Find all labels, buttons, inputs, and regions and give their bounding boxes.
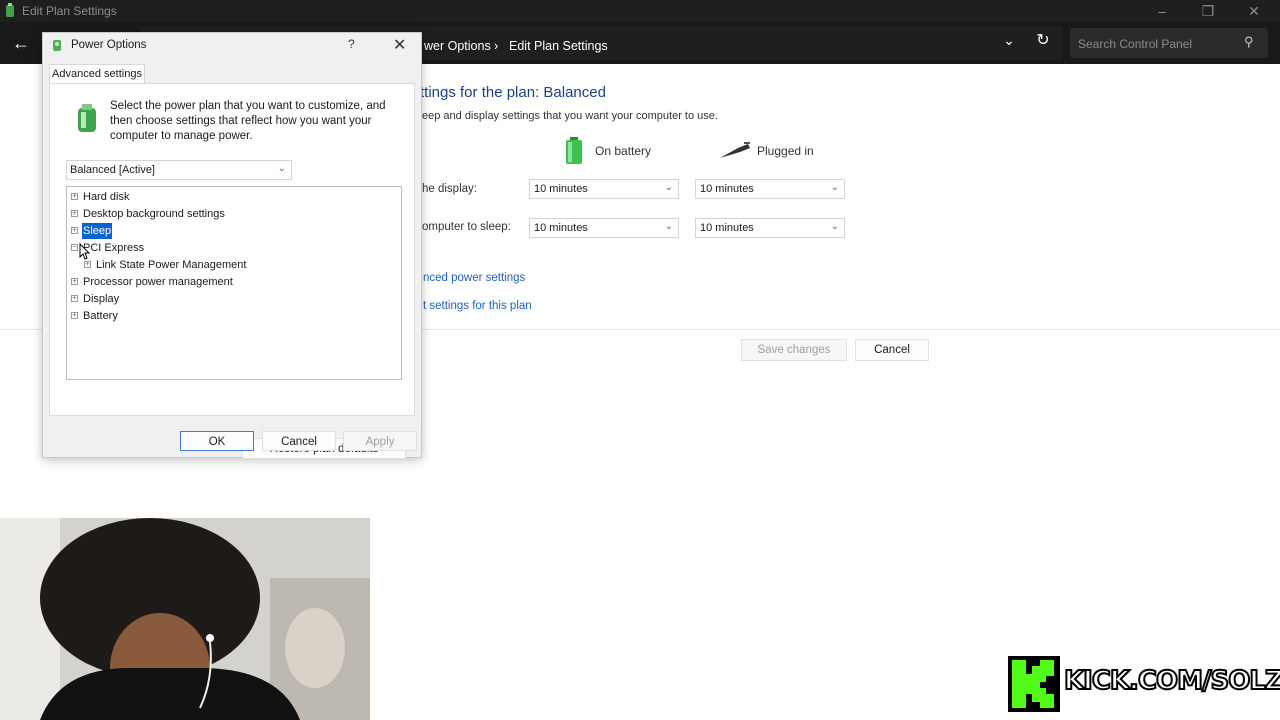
search-icon[interactable]: ⚲ bbox=[1244, 34, 1260, 50]
webcam-overlay bbox=[0, 518, 370, 720]
chevron-down-icon: ⌄ bbox=[664, 182, 673, 193]
save-changes-button[interactable]: Save changes bbox=[741, 339, 847, 361]
advanced-power-settings-link[interactable]: nced power settings bbox=[423, 272, 525, 284]
select-value: 10 minutes bbox=[700, 183, 754, 195]
sleep-plugged-select[interactable]: 10 minutes ⌄ bbox=[695, 218, 845, 238]
sleep-battery-select[interactable]: 10 minutes ⌄ bbox=[529, 218, 679, 238]
power-options-icon bbox=[53, 40, 61, 51]
plug-icon bbox=[720, 142, 750, 158]
display-battery-select[interactable]: 10 minutes ⌄ bbox=[529, 179, 679, 199]
dialog-title: Power Options bbox=[71, 39, 147, 51]
select-value: 10 minutes bbox=[534, 222, 588, 234]
kick-channel-text: KICK.COM/SOLZ bbox=[1063, 665, 1280, 697]
minimize-button[interactable]: – bbox=[1150, 2, 1174, 20]
collapse-icon[interactable]: − bbox=[71, 244, 78, 251]
chevron-down-icon: ⌄ bbox=[830, 182, 839, 193]
search-input[interactable] bbox=[1076, 34, 1240, 54]
streamer-webcam-image bbox=[0, 518, 370, 720]
settings-tree[interactable]: + Hard disk + Desktop background setting… bbox=[66, 186, 402, 380]
tree-item-label: Battery bbox=[83, 310, 118, 322]
power-options-dialog: Power Options ? ✕ Advanced settings Sele… bbox=[42, 32, 422, 459]
restore-button[interactable]: ❐ bbox=[1196, 2, 1220, 20]
battery-icon bbox=[566, 137, 582, 164]
display-plugged-select[interactable]: 10 minutes ⌄ bbox=[695, 179, 845, 199]
close-window-button[interactable]: ✕ bbox=[1242, 2, 1266, 20]
dialog-description: Select the power plan that you want to c… bbox=[110, 100, 386, 142]
cancel-button[interactable]: Cancel bbox=[855, 339, 929, 361]
sleep-label: omputer to sleep: bbox=[422, 221, 511, 233]
close-icon[interactable]: ✕ bbox=[393, 35, 406, 55]
breadcrumb-separator-icon: › bbox=[494, 38, 499, 53]
expand-icon[interactable]: + bbox=[71, 193, 78, 200]
chevron-down-icon: ⌄ bbox=[664, 221, 673, 232]
on-battery-header: On battery bbox=[595, 144, 652, 158]
control-panel-icon bbox=[6, 3, 14, 17]
tree-item-label: Sleep bbox=[82, 223, 113, 239]
power-plan-select[interactable]: Balanced [Active] ⌄ bbox=[66, 160, 292, 180]
expand-icon[interactable]: + bbox=[71, 210, 78, 217]
dialog-cancel-button[interactable]: Cancel bbox=[262, 431, 336, 451]
select-value: 10 minutes bbox=[700, 222, 754, 234]
window-title-bar: Edit Plan Settings – ❐ ✕ bbox=[0, 0, 1280, 22]
apply-button[interactable]: Apply bbox=[343, 431, 417, 451]
help-button[interactable]: ? bbox=[348, 37, 355, 51]
select-value: 10 minutes bbox=[534, 183, 588, 195]
back-arrow-icon[interactable]: ← bbox=[10, 32, 32, 54]
ok-button[interactable]: OK bbox=[180, 431, 254, 451]
power-plan-icon bbox=[78, 104, 96, 132]
tree-item-label: PCI Express bbox=[83, 242, 145, 254]
search-box[interactable]: ⚲ bbox=[1070, 28, 1268, 58]
breadcrumb-edit-plan-settings[interactable]: Edit Plan Settings bbox=[509, 39, 608, 53]
tree-item-label: Desktop background settings bbox=[83, 208, 225, 220]
mouse-cursor-icon bbox=[79, 243, 91, 260]
chevron-down-icon[interactable]: ⌄ bbox=[1000, 32, 1018, 50]
expand-icon[interactable]: + bbox=[71, 227, 78, 234]
tree-item-label: Processor power management bbox=[83, 276, 233, 288]
chevron-down-icon: ⌄ bbox=[277, 163, 286, 174]
kick-channel-overlay: KICK.COM/SOLZ bbox=[1008, 656, 1280, 712]
plan-heading: ttings for the plan: Balanced bbox=[420, 84, 606, 101]
chevron-down-icon: ⌄ bbox=[830, 221, 839, 232]
window-title: Edit Plan Settings bbox=[22, 4, 117, 18]
expand-icon[interactable]: + bbox=[71, 295, 78, 302]
advanced-settings-panel: Select the power plan that you want to c… bbox=[49, 83, 415, 459]
refresh-icon[interactable]: ↻ bbox=[1034, 32, 1052, 50]
select-value: Balanced [Active] bbox=[70, 164, 155, 176]
expand-icon[interactable]: + bbox=[71, 278, 78, 285]
turn-off-display-label: he display: bbox=[422, 183, 477, 195]
tree-item-label: Display bbox=[83, 293, 120, 305]
expand-icon[interactable]: + bbox=[71, 312, 78, 319]
expand-icon[interactable]: + bbox=[84, 261, 91, 268]
tree-item-label: Link State Power Management bbox=[96, 259, 247, 271]
tab-advanced-settings[interactable]: Advanced settings bbox=[49, 64, 145, 84]
breadcrumb-power-options[interactable]: wer Options bbox=[424, 39, 491, 53]
plan-description: eep and display settings that you want y… bbox=[422, 110, 718, 122]
tree-item-label: Hard disk bbox=[83, 191, 130, 203]
restore-default-settings-link[interactable]: t settings for this plan bbox=[423, 300, 532, 312]
kick-logo-icon bbox=[1008, 656, 1060, 712]
plugged-in-header: Plugged in bbox=[757, 144, 814, 158]
